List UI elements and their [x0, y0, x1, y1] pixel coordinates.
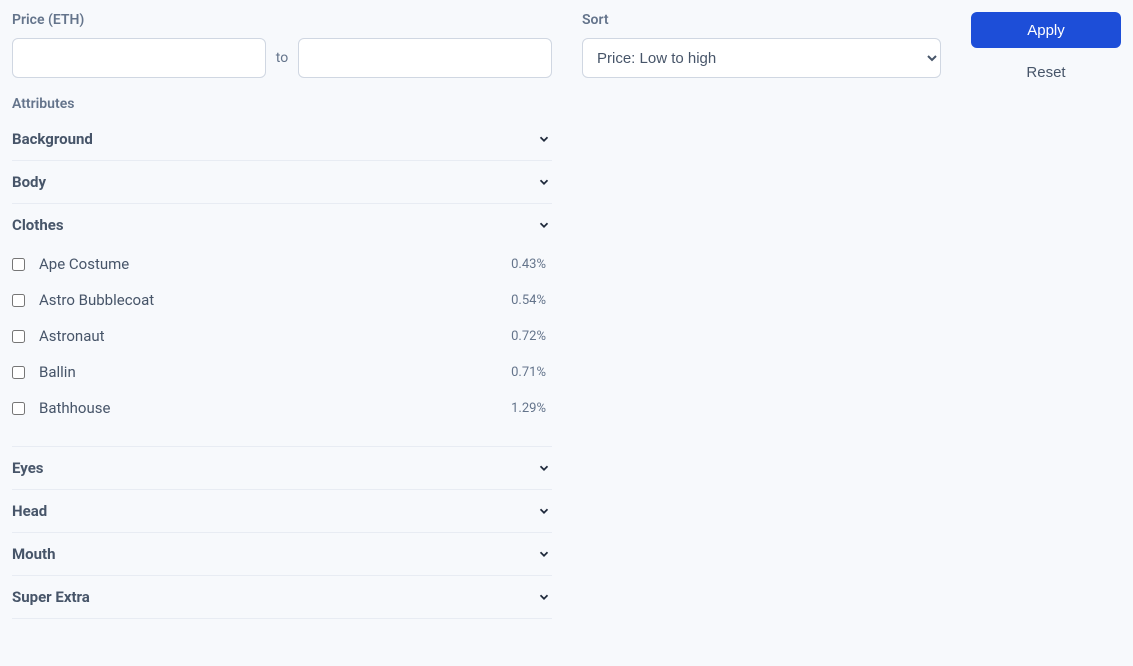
option-checkbox[interactable]: [12, 366, 25, 379]
chevron-down-icon: [536, 131, 552, 147]
right-column: Sort Price: Low to high Apply Reset: [582, 12, 1121, 619]
chevron-down-icon: [536, 503, 552, 519]
sort-column: Sort Price: Low to high: [582, 12, 941, 78]
attribute-section-body: Body: [12, 161, 552, 204]
option-row: Bathhouse 1.29%: [12, 390, 552, 426]
attribute-header-clothes[interactable]: Clothes: [12, 204, 552, 246]
apply-button[interactable]: Apply: [971, 12, 1121, 48]
attribute-section-background: Background: [12, 118, 552, 161]
attribute-header-head[interactable]: Head: [12, 490, 552, 532]
attribute-title: Clothes: [12, 216, 64, 234]
option-label[interactable]: Bathhouse: [39, 399, 497, 417]
option-percentage: 0.72%: [511, 329, 552, 344]
option-row: Ballin 0.71%: [12, 354, 552, 390]
option-row: Ape Costume 0.43%: [12, 246, 552, 282]
attribute-title: Body: [12, 173, 46, 191]
price-min-input[interactable]: [12, 38, 266, 78]
chevron-down-icon: [536, 174, 552, 190]
reset-button[interactable]: Reset: [971, 54, 1121, 90]
attribute-header-mouth[interactable]: Mouth: [12, 533, 552, 575]
sort-select[interactable]: Price: Low to high: [582, 38, 941, 78]
option-percentage: 0.54%: [511, 293, 552, 308]
option-checkbox[interactable]: [12, 402, 25, 415]
action-column: Apply Reset: [971, 12, 1121, 90]
attribute-title: Super Extra: [12, 588, 90, 606]
attribute-title: Background: [12, 130, 93, 148]
sort-label: Sort: [582, 12, 941, 28]
attribute-header-super-extra[interactable]: Super Extra: [12, 576, 552, 618]
option-percentage: 0.43%: [511, 257, 552, 272]
price-label: Price (ETH): [12, 12, 552, 28]
attribute-section-clothes: Clothes Ape Costume 0.43% Astro Bubbleco…: [12, 204, 552, 447]
attribute-header-background[interactable]: Background: [12, 118, 552, 160]
chevron-down-icon: [536, 217, 552, 233]
attribute-title: Eyes: [12, 459, 44, 477]
price-to-text: to: [276, 50, 288, 66]
filter-panel: Price (ETH) to Attributes Background Bod…: [0, 0, 1133, 631]
attribute-header-body[interactable]: Body: [12, 161, 552, 203]
option-label[interactable]: Ballin: [39, 363, 497, 381]
option-checkbox[interactable]: [12, 294, 25, 307]
option-label[interactable]: Astro Bubblecoat: [39, 291, 497, 309]
option-label[interactable]: Astronaut: [39, 327, 497, 345]
attribute-title: Head: [12, 502, 47, 520]
attribute-section-mouth: Mouth: [12, 533, 552, 576]
option-percentage: 0.71%: [511, 365, 552, 380]
option-checkbox[interactable]: [12, 330, 25, 343]
price-max-input[interactable]: [298, 38, 552, 78]
attribute-header-eyes[interactable]: Eyes: [12, 447, 552, 489]
option-row: Astronaut 0.72%: [12, 318, 552, 354]
option-row: Astro Bubblecoat 0.54%: [12, 282, 552, 318]
left-column: Price (ETH) to Attributes Background Bod…: [12, 12, 552, 619]
attributes-label: Attributes: [12, 96, 552, 112]
option-label[interactable]: Ape Costume: [39, 255, 497, 273]
chevron-down-icon: [536, 460, 552, 476]
attribute-section-eyes: Eyes: [12, 447, 552, 490]
option-checkbox[interactable]: [12, 258, 25, 271]
clothes-options-scroll[interactable]: Ape Costume 0.43% Astro Bubblecoat 0.54%…: [12, 246, 552, 446]
attribute-section-head: Head: [12, 490, 552, 533]
option-percentage: 1.29%: [511, 401, 552, 416]
attribute-section-super-extra: Super Extra: [12, 576, 552, 619]
chevron-down-icon: [536, 589, 552, 605]
price-row: to: [12, 38, 552, 78]
attribute-title: Mouth: [12, 545, 55, 563]
chevron-down-icon: [536, 546, 552, 562]
